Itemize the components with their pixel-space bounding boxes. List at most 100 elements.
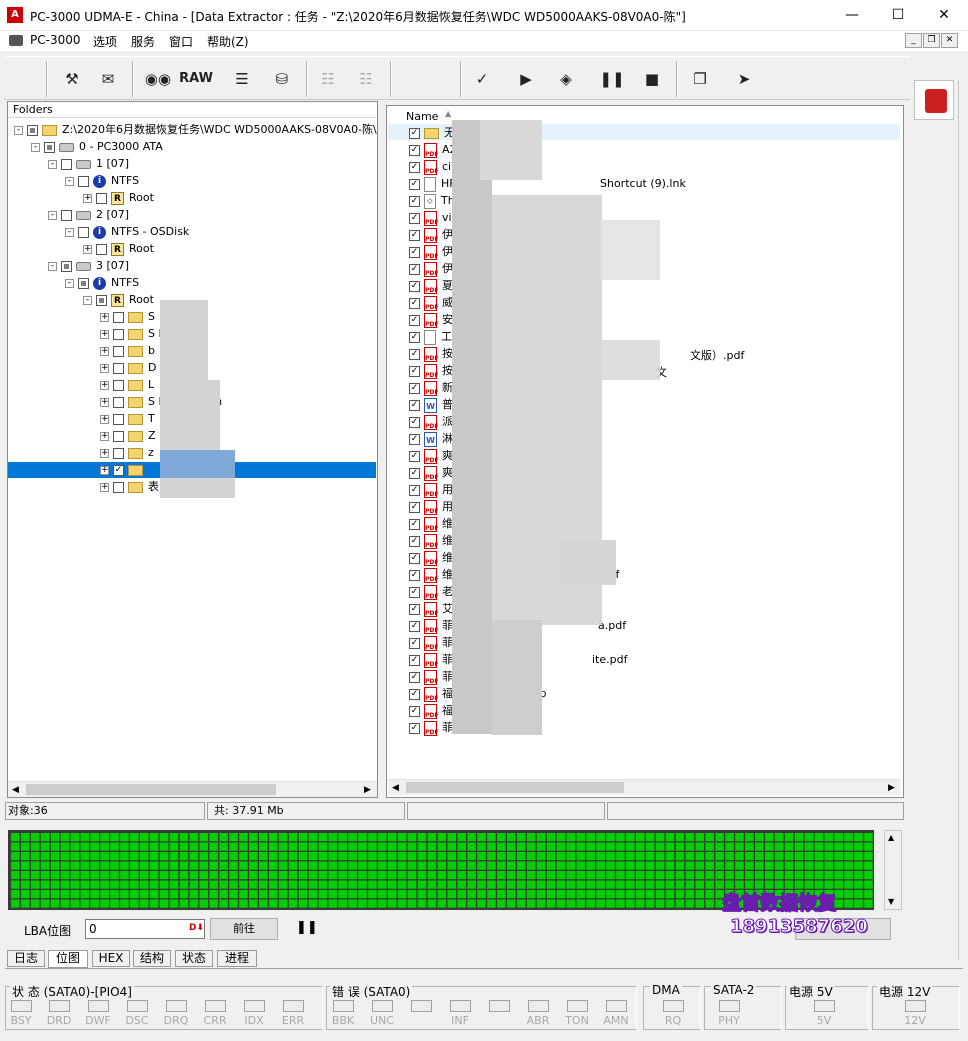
file-row[interactable]: ✓ PDF 菲 xyxy=(409,634,453,651)
tree-h-scroll-thumb[interactable] xyxy=(26,784,276,795)
tab-log[interactable]: 日志 xyxy=(7,950,45,967)
file-checkbox[interactable]: ✓ xyxy=(409,484,420,496)
save-disk-icon[interactable]: ⛁ xyxy=(266,65,298,93)
pause-toolbar-icon[interactable]: ❚❚ xyxy=(596,65,628,93)
windows-icon[interactable]: ❐ xyxy=(684,65,716,93)
tree-checkbox[interactable] xyxy=(113,481,124,493)
file-row[interactable]: ✓ PDF 维 xyxy=(409,549,453,566)
scroll-right-icon[interactable]: ▶ xyxy=(364,785,371,795)
file-row[interactable]: ✓ PDF 用 xyxy=(409,498,453,515)
file-row[interactable]: ✓ PDF 菲 xyxy=(409,651,453,668)
expand-icon[interactable]: + xyxy=(100,363,109,373)
step-icon[interactable]: ◈ xyxy=(550,65,582,93)
file-checkbox[interactable]: ✓ xyxy=(409,722,420,734)
file-checkbox[interactable]: ✓ xyxy=(409,365,420,377)
tree-node[interactable]: + z xyxy=(100,444,154,461)
file-row[interactable]: ✓ PDF 爽 xyxy=(409,464,453,481)
collapse-icon[interactable]: - xyxy=(14,125,23,135)
file-row[interactable]: ✓ PDF 菲 xyxy=(409,719,453,736)
file-checkbox[interactable]: ✓ xyxy=(409,399,420,411)
tree-node[interactable]: - 1 [07] xyxy=(48,155,129,172)
expand-icon[interactable]: + xyxy=(83,244,92,254)
file-row[interactable]: ✓ PDF 威 xyxy=(409,294,453,311)
file-row[interactable]: ✓ PDF 安 xyxy=(409,311,453,328)
tab-structure[interactable]: 结构 xyxy=(133,950,171,967)
collapse-icon[interactable]: - xyxy=(65,176,74,186)
tree-node[interactable]: - 0 - PC3000 ATA xyxy=(31,138,163,155)
expand-icon[interactable]: + xyxy=(83,193,92,203)
tools-icon[interactable]: ⚒ xyxy=(56,65,88,93)
expand-icon[interactable]: + xyxy=(100,380,109,390)
file-row[interactable]: ✓ PDF 福 xyxy=(409,685,453,702)
file-checkbox[interactable]: ✓ xyxy=(409,518,420,530)
tree-checkbox[interactable] xyxy=(96,243,107,255)
file-row[interactable]: ✓ PDF 新 xyxy=(409,379,453,396)
tree-node[interactable]: - i NTFS xyxy=(65,172,139,189)
play-icon[interactable]: ▶ xyxy=(510,65,542,93)
file-row[interactable]: ✓ ◇ Th xyxy=(409,192,455,209)
file-checkbox[interactable]: ✓ xyxy=(409,144,420,156)
expand-icon[interactable]: + xyxy=(100,414,109,424)
tree-checkbox[interactable] xyxy=(61,209,72,221)
tree-h-scrollbar[interactable]: ◀ ▶ xyxy=(8,781,377,797)
file-checkbox[interactable]: ✓ xyxy=(409,603,420,615)
file-checkbox[interactable]: ✓ xyxy=(409,688,420,700)
spin-icon[interactable]: D⬇ xyxy=(189,923,204,933)
tree-checkbox[interactable]: ✓ xyxy=(113,464,124,476)
collapse-icon[interactable]: - xyxy=(48,210,57,220)
file-checkbox[interactable]: ✓ xyxy=(409,535,420,547)
tree-checkbox[interactable] xyxy=(96,192,107,204)
file-checkbox[interactable]: ✓ xyxy=(409,263,420,275)
file-row[interactable]: ✓ PDF 夏 xyxy=(409,277,453,294)
collapse-icon[interactable]: - xyxy=(48,159,57,169)
tab-process[interactable]: 进程 xyxy=(217,950,257,967)
file-checkbox[interactable]: ✓ xyxy=(409,416,420,428)
raw-button[interactable]: RAW xyxy=(176,65,216,93)
lba-v-scrollbar[interactable]: ▲ ▼ xyxy=(884,830,902,910)
file-row[interactable]: ✓ PDF 伊 xyxy=(409,243,453,260)
file-checkbox[interactable]: ✓ xyxy=(409,637,420,649)
file-row[interactable]: ✓ PDF 维 xyxy=(409,566,453,583)
file-row[interactable]: ✓ PDF 按 xyxy=(409,345,453,362)
tree-node[interactable]: - R Root xyxy=(83,291,154,308)
tree-node[interactable]: + L xyxy=(100,376,154,393)
tree-structure-icon[interactable]: ☷ xyxy=(312,65,344,93)
tree-node[interactable]: + ✓ xyxy=(100,461,148,478)
file-checkbox[interactable]: ✓ xyxy=(409,246,420,258)
file-checkbox[interactable]: ✓ xyxy=(409,161,420,173)
mdi-close-button[interactable]: ✕ xyxy=(941,33,958,48)
file-checkbox[interactable]: ✓ xyxy=(409,501,420,513)
stop-icon[interactable]: ■ xyxy=(636,65,668,93)
file-row[interactable]: ✓ PDF 爽 xyxy=(409,447,453,464)
file-checkbox[interactable]: ✓ xyxy=(409,620,420,632)
tree-checkbox[interactable] xyxy=(113,345,124,357)
tree-node[interactable]: + S xyxy=(100,308,155,325)
tree-node[interactable]: - i NTFS - OSDisk xyxy=(65,223,189,240)
name-column-header[interactable]: Name xyxy=(406,110,438,123)
tree-checkbox[interactable] xyxy=(27,124,38,136)
file-checkbox[interactable]: ✓ xyxy=(409,671,420,683)
expand-icon[interactable]: + xyxy=(100,346,109,356)
file-checkbox[interactable]: ✓ xyxy=(409,212,420,224)
filter-icon[interactable]: ☰ xyxy=(226,65,258,93)
scroll-up-icon[interactable]: ▲ xyxy=(888,833,894,842)
tree-checkbox[interactable] xyxy=(113,413,124,425)
pc3000-app-icon[interactable]: A xyxy=(7,7,23,23)
file-row[interactable]: ✓ PDF 按 xyxy=(409,362,453,379)
exit-run-icon[interactable]: ➤ xyxy=(728,65,760,93)
tree-node[interactable]: + T xyxy=(100,410,155,427)
tree-checkbox[interactable] xyxy=(113,447,124,459)
file-row[interactable]: ✓ PDF 伊 xyxy=(409,260,453,277)
file-checkbox[interactable]: ✓ xyxy=(409,382,420,394)
file-row[interactable]: ✓ PDF 维 xyxy=(409,515,453,532)
script-icon[interactable]: ✉ xyxy=(92,65,124,93)
tree-node[interactable]: + 表 xyxy=(100,478,159,495)
tree-checkbox[interactable] xyxy=(61,158,72,170)
tree-checkbox[interactable] xyxy=(78,277,89,289)
expand-icon[interactable]: + xyxy=(100,397,109,407)
file-checkbox[interactable]: ✓ xyxy=(409,127,420,139)
expand-icon[interactable]: + xyxy=(100,482,109,492)
file-checkbox[interactable]: ✓ xyxy=(409,229,420,241)
menu-window[interactable]: 窗口 xyxy=(169,33,193,50)
file-row[interactable]: ✓ W 淋 xyxy=(409,430,453,447)
